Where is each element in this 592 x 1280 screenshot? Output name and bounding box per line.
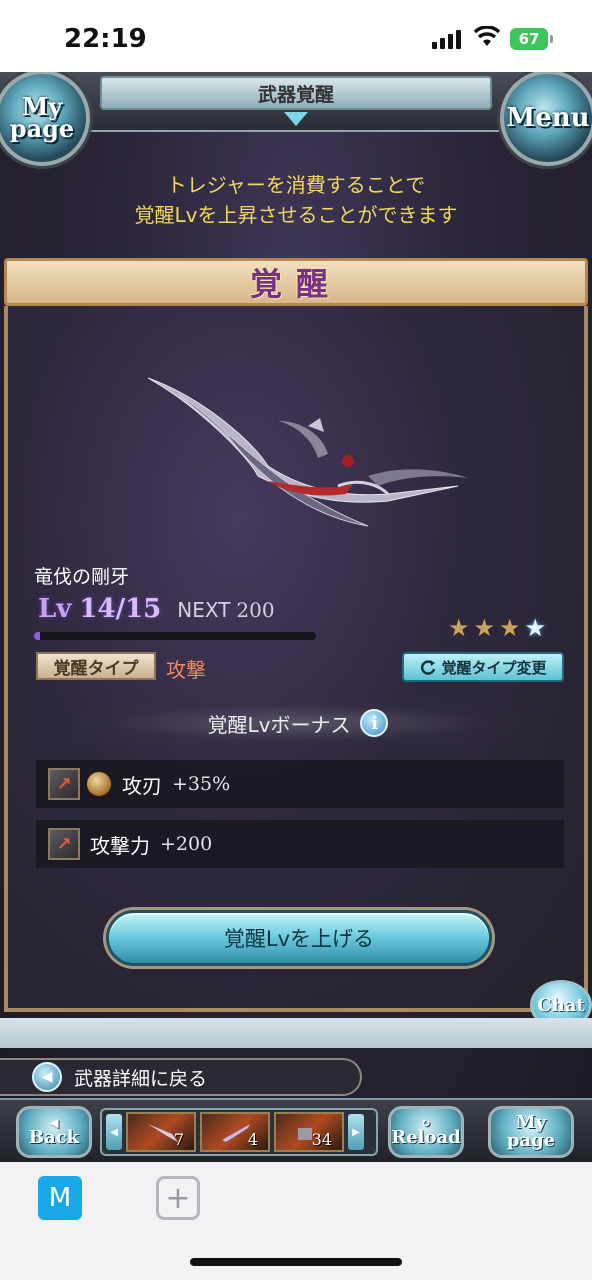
thumb-count: 4 xyxy=(247,1130,258,1149)
mypage-orb-button[interactable]: My page xyxy=(0,72,90,166)
next-label: NEXT xyxy=(177,598,231,622)
raise-level-button[interactable]: 覚醒Lvを上げる xyxy=(106,910,492,966)
change-type-button[interactable]: 覚醒タイプ変更 xyxy=(402,652,564,682)
bonus-name: 攻撃力 xyxy=(90,833,150,858)
mypage-orb-label: My page xyxy=(9,92,75,143)
raise-level-label: 覚醒Lvを上げる xyxy=(223,927,375,951)
bonus-row: ↗ 攻撃力 +200 xyxy=(36,820,564,868)
exp-bar xyxy=(34,632,316,640)
awakening-type-tag: 覚醒タイプ xyxy=(36,652,156,680)
header-gem-ornament xyxy=(284,112,308,126)
bonus-name: 攻刃 xyxy=(122,773,162,798)
recent-item-thumb[interactable]: 7 xyxy=(126,1112,196,1152)
attack-up-icon: ↗ xyxy=(48,768,80,800)
footer-mypage-button[interactable]: My page xyxy=(488,1106,574,1158)
back-to-detail-button[interactable]: ◀ 武器詳細に戻る xyxy=(0,1058,362,1096)
bonus-header: 覚醒Lvボーナス i xyxy=(78,702,518,744)
back-button[interactable]: ◀ Back xyxy=(16,1106,92,1158)
strip-right-arrow-icon[interactable]: ▶ xyxy=(348,1114,364,1150)
refresh-icon xyxy=(421,660,436,675)
menu-orb-button[interactable]: Menu xyxy=(500,72,592,166)
recent-items-strip: ◀ 7 4 34 ▶ xyxy=(100,1108,378,1156)
reload-button-label: ↻ Reload xyxy=(391,1117,461,1147)
reload-label-text: Reload xyxy=(391,1127,461,1148)
cellular-signal-icon xyxy=(432,30,461,49)
change-type-label: 覚醒タイプ変更 xyxy=(441,658,547,677)
recent-item-thumb[interactable]: 4 xyxy=(200,1112,270,1152)
level-display: Lv 14/15 NEXT 200 xyxy=(38,594,275,624)
back-label-text: Back xyxy=(28,1127,80,1148)
earth-element-icon xyxy=(86,771,112,797)
info-icon[interactable]: i xyxy=(360,709,389,737)
footer-mypage-label: My page xyxy=(506,1112,556,1151)
bonus-value: +200 xyxy=(160,833,213,855)
star-icon: ★ xyxy=(499,614,521,642)
header-bar: 武器覚醒 xyxy=(100,76,492,110)
new-tab-button[interactable]: + xyxy=(156,1176,200,1220)
clock: 22:19 xyxy=(64,24,147,54)
thumb-count: 34 xyxy=(311,1130,332,1149)
awakening-panel: 竜伐の剛牙 Lv 14/15 NEXT 200 ★ ★ ★ ★ 覚醒タイプ 攻撃… xyxy=(4,306,588,1012)
wifi-icon xyxy=(473,26,501,46)
reload-button[interactable]: ↻ Reload xyxy=(388,1106,464,1158)
attack-up-icon: ↗ xyxy=(48,828,80,860)
battery-icon: 67 xyxy=(510,28,548,50)
game-view: 武器覚醒 My page Menu トレジャーを消費することで 覚醒Lvを上昇さ… xyxy=(0,72,592,1162)
recent-item-thumb[interactable]: 34 xyxy=(274,1112,344,1152)
panel-header: 覚醒 xyxy=(4,258,588,306)
bottom-band xyxy=(0,1018,592,1048)
star-icon: ★ xyxy=(448,614,470,642)
left-arrow-icon: ◀ xyxy=(32,1062,62,1092)
level-label: Lv xyxy=(38,594,72,624)
footer-bar: ◀ Back ◀ 7 4 34 ▶ ↻ Reload My page xyxy=(0,1098,592,1162)
level-value: 14/15 xyxy=(79,594,162,624)
weapon-image xyxy=(147,377,468,527)
page-title: 武器覚醒 xyxy=(257,83,334,106)
thumb-count: 7 xyxy=(173,1130,184,1149)
intro-text: トレジャーを消費することで 覚醒Lvを上昇させることができます xyxy=(134,173,458,227)
status-bar: 22:19 67 xyxy=(0,0,592,72)
bonus-title: 覚醒Lvボーナス xyxy=(207,712,351,737)
exp-bar-fill xyxy=(34,632,40,640)
star-icon: ★ xyxy=(473,614,496,642)
browser-toolbar: M + xyxy=(0,1162,592,1280)
home-indicator xyxy=(190,1258,402,1266)
next-value: 200 xyxy=(236,598,275,622)
battery-level: 67 xyxy=(518,30,540,48)
bonus-row: ↗ 攻刃 +35% xyxy=(36,760,564,808)
awakening-type-value: 攻撃 xyxy=(166,658,206,682)
chat-label: Chat xyxy=(537,994,585,1016)
weapon-name: 竜伐の剛牙 xyxy=(34,566,130,588)
back-button-label: ◀ Back xyxy=(29,1117,79,1147)
menu-orb-label: Menu xyxy=(506,103,590,133)
app-m-button[interactable]: M xyxy=(38,1176,82,1220)
strip-left-arrow-icon[interactable]: ◀ xyxy=(106,1114,122,1150)
bonus-value: +35% xyxy=(172,773,231,795)
transcend-star-icon: ★ xyxy=(524,614,547,642)
back-to-detail-label: 武器詳細に戻る xyxy=(74,1067,208,1090)
battery-tip xyxy=(550,35,553,43)
uncap-stars: ★ ★ ★ ★ xyxy=(448,614,546,642)
panel-title: 覚醒 xyxy=(249,265,342,303)
